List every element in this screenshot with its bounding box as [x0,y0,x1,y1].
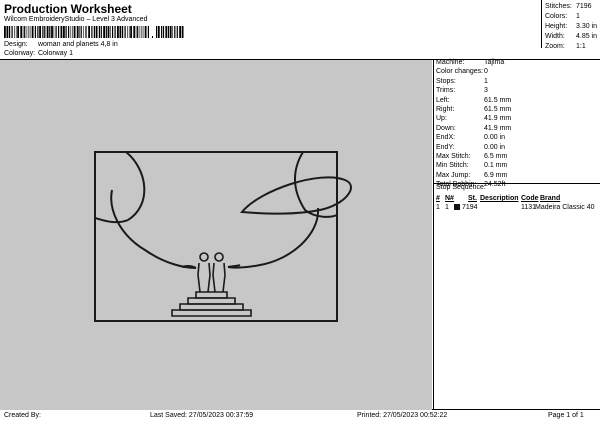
seq-row-code: 1131 [521,204,537,211]
top-stats-panel: Stitches: 7196 Colors: 1 Height: 3.30 in Wi… [545,2,597,52]
colorway-value: Colorway 1 [37,50,73,57]
design-label: Design: [4,41,28,48]
thread-color-swatch [454,204,460,210]
footer-printed: Printed: 27/05/2023 00:52:22 [357,412,448,419]
info-row: Up: 41.9 mm [436,115,512,123]
seq-row-color: 7194 [454,203,478,212]
col-header-num: # [436,195,440,202]
design-preview [0,60,432,410]
footer-last-saved: Last Saved: 27/05/2023 00:37:59 [150,412,254,419]
col-header-description: Description [480,195,519,202]
stat-row: Colors: 1 [545,13,580,20]
seq-row-n: 1 [445,204,449,211]
seq-row-num: 1 [436,204,440,211]
stop-sequence-table: # N# St. Description Code Brand 1 1 7194… [436,194,600,218]
panel-divider [433,59,434,409]
stats-divider [541,0,542,48]
footer-page: Page 1 of 1 [548,412,584,419]
col-header-st: St. [468,195,477,202]
barcode [4,26,184,38]
info-row: Stops: 1 [436,77,488,85]
info-row: Right: 61.5 mm [436,105,512,113]
col-header-code: Code [521,195,539,202]
info-row: EndY: 0.00 in [436,143,506,151]
footer-created-by: Created By: [4,412,41,419]
seq-row-brand: Madeira Classic 40 [535,204,595,211]
stat-row: Width: 4.85 in [545,33,598,40]
info-row: Max Stitch: 6.5 mm [436,152,508,160]
design-value: woman and planets 4,8 in [37,41,118,48]
info-row: Left: 61.5 mm [436,96,512,104]
info-row: EndX: 0.00 in [436,134,506,142]
colorway-row: Colorway: Colorway 1 [4,50,73,57]
info-row: Machine: Tajima [436,59,505,66]
machine-info-panel: Machine: Tajima Color changes:0 Stops: 1 T… [436,58,511,189]
info-row: Trims: 3 [436,87,488,95]
software-subtitle: Wilcom EmbroideryStudio – Level 3 Advanc… [4,16,148,23]
col-header-n: N# [445,195,454,202]
page-title: Production Worksheet [4,2,132,16]
info-row: Max Jump: 6.9 mm [436,171,508,179]
stop-sequence-title: Stop Sequence: [436,184,486,191]
info-row: Min Stitch: 0.1 mm [436,162,508,170]
col-header-brand: Brand [540,195,561,202]
info-row: Down: 41.9 mm [436,124,512,132]
colorway-label: Colorway: [4,50,36,57]
stat-row: Stitches: 7196 [545,3,592,10]
stat-row: Height: 3.30 in [545,23,598,30]
info-row: Color changes:0 [436,68,488,76]
design-row: Design: woman and planets 4,8 in [4,41,118,48]
embroidery-design [94,151,352,322]
stat-row: Zoom: 1:1 [545,43,586,50]
